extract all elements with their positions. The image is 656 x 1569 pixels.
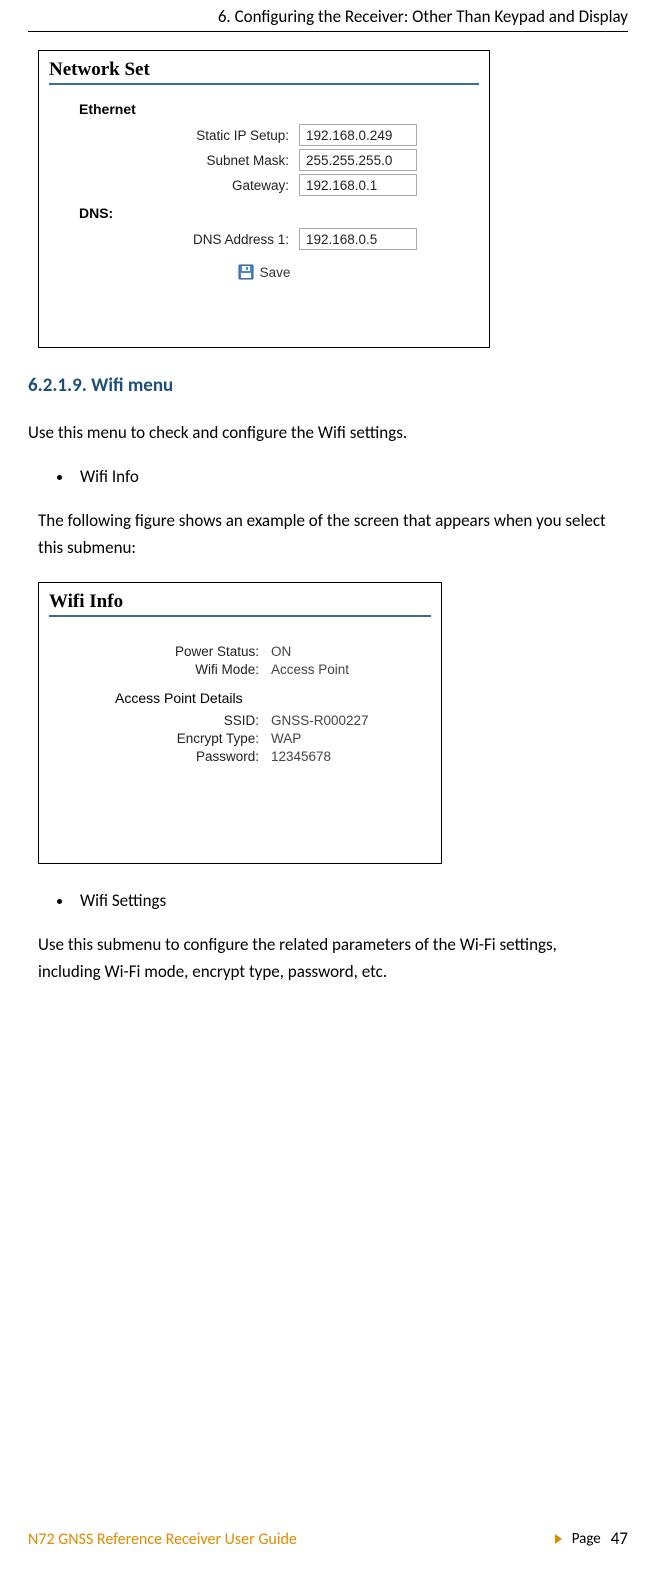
section-number: 6.2.1.9. [28, 374, 87, 397]
bullet-wifi-settings: Wifi Settings [74, 890, 628, 911]
arrow-right-icon [555, 1534, 562, 1544]
label-subnet: Subnet Mask: [49, 153, 299, 168]
footer-page-number: 47 [611, 1528, 628, 1549]
page-header: 6. Configuring the Receiver: Other Than … [28, 0, 628, 32]
figure-wifi-info: Wifi Info Power Status: ON Wifi Mode: Ac… [38, 582, 442, 864]
figure-network-set: Network Set Ethernet Static IP Setup: Su… [38, 50, 490, 348]
row-password: Password: 12345678 [49, 749, 431, 764]
panel-title-network-set: Network Set [49, 57, 479, 85]
label-gateway: Gateway: [49, 178, 299, 193]
row-wifi-mode: Wifi Mode: Access Point [49, 662, 431, 677]
page-footer: N72 GNSS Reference Receiver User Guide P… [28, 1528, 628, 1549]
row-power-status: Power Status: ON [49, 644, 431, 659]
value-wifi-mode: Access Point [269, 662, 349, 677]
label-encrypt: Encrypt Type: [49, 731, 269, 746]
bullet-wifi-info: Wifi Info [74, 466, 628, 487]
row-encrypt: Encrypt Type: WAP [49, 731, 431, 746]
group-ap-details: Access Point Details [49, 680, 431, 710]
label-password: Password: [49, 749, 269, 764]
input-static-ip[interactable] [299, 124, 417, 146]
label-dns1: DNS Address 1: [49, 232, 299, 247]
input-gateway[interactable] [299, 174, 417, 196]
row-dns1: DNS Address 1: [49, 228, 479, 250]
value-power-status: ON [269, 644, 291, 659]
section-title: Wifi menu [91, 374, 173, 397]
row-subnet: Subnet Mask: [49, 149, 479, 171]
chapter-title: 6. Configuring the Receiver: Other Than … [218, 6, 628, 27]
value-ssid: GNSS-R000227 [269, 713, 369, 728]
section-heading: 6.2.1.9. Wifi menu [28, 374, 628, 397]
row-gateway: Gateway: [49, 174, 479, 196]
row-ssid: SSID: GNSS-R000227 [49, 713, 431, 728]
footer-page-label: Page [572, 1530, 601, 1548]
save-button[interactable]: Save [49, 264, 479, 280]
bullet-list-2: Wifi Settings [74, 890, 628, 911]
para-wifi-info: The following figure shows an example of… [38, 507, 618, 561]
label-static-ip: Static IP Setup: [49, 128, 299, 143]
value-encrypt: WAP [269, 731, 301, 746]
footer-page: Page 47 [555, 1528, 628, 1549]
label-ssid: SSID: [49, 713, 269, 728]
group-dns: DNS: [49, 199, 479, 225]
group-ethernet: Ethernet [49, 95, 479, 121]
save-icon [238, 264, 254, 280]
para-wifi-settings: Use this submenu to configure the relate… [38, 931, 618, 985]
label-wifi-mode: Wifi Mode: [49, 662, 269, 677]
section-intro: Use this menu to check and configure the… [28, 419, 628, 446]
save-label: Save [260, 265, 291, 280]
panel-title-wifi-info: Wifi Info [49, 589, 431, 617]
input-subnet[interactable] [299, 149, 417, 171]
footer-guide-title: N72 GNSS Reference Receiver User Guide [28, 1530, 297, 1549]
label-power-status: Power Status: [49, 644, 269, 659]
bullet-list-1: Wifi Info [74, 466, 628, 487]
row-static-ip: Static IP Setup: [49, 124, 479, 146]
value-password: 12345678 [269, 749, 331, 764]
input-dns1[interactable] [299, 228, 417, 250]
